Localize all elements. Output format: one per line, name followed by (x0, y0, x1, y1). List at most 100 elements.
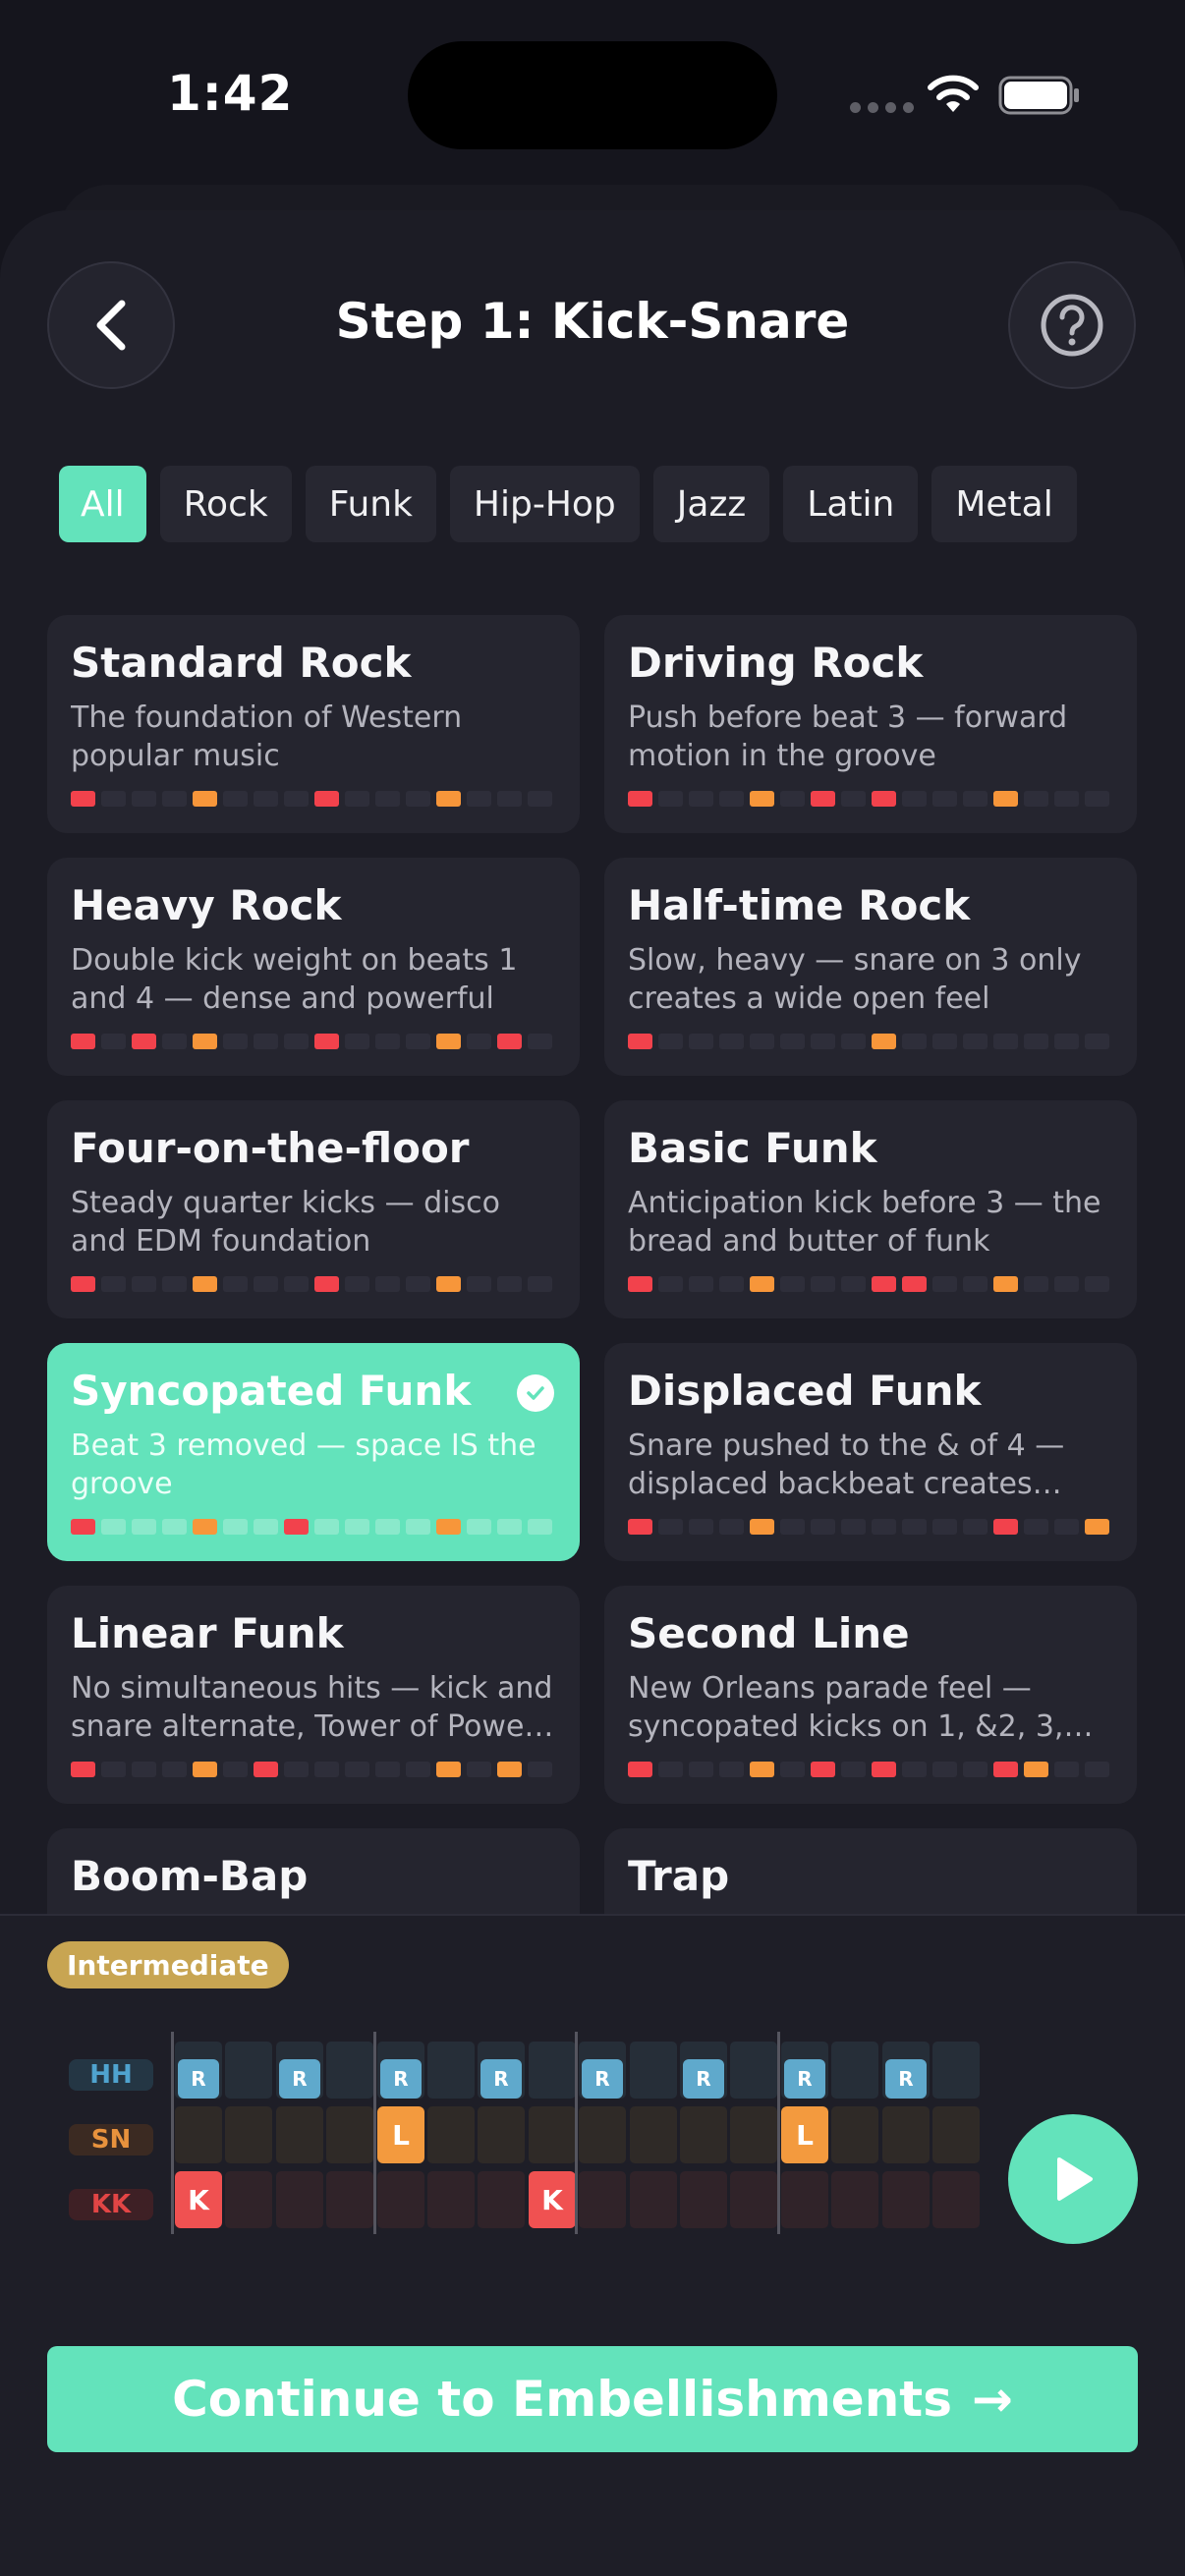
preview-step (932, 1034, 957, 1049)
pattern-card[interactable]: Linear Funk No simultaneous hits — kick … (47, 1586, 580, 1804)
play-button[interactable] (1008, 2114, 1138, 2244)
step-cell[interactable] (882, 2106, 930, 2163)
hihat-hit[interactable]: R (683, 2059, 724, 2099)
preview-step (436, 791, 461, 807)
preview-step (628, 1276, 652, 1292)
preview-step (780, 1762, 805, 1777)
hihat-hit[interactable]: R (178, 2059, 219, 2099)
step-cell[interactable] (831, 2106, 878, 2163)
step-cell[interactable] (781, 2171, 828, 2228)
step-cell[interactable] (882, 2171, 930, 2228)
step-cell[interactable] (326, 2171, 373, 2228)
step-cell[interactable] (377, 2171, 424, 2228)
step-cell[interactable] (225, 2106, 272, 2163)
step-cell[interactable] (831, 2042, 878, 2099)
preview-step (375, 1276, 400, 1292)
filter-chip-rock[interactable]: Rock (159, 466, 292, 542)
preview-step (345, 1762, 369, 1777)
hihat-hit[interactable]: R (885, 2059, 927, 2099)
filter-chip-metal[interactable]: Metal (931, 466, 1077, 542)
hihat-hit[interactable]: R (380, 2059, 422, 2099)
step-cell[interactable] (630, 2171, 677, 2228)
continue-button[interactable]: Continue to Embellishments → (47, 2346, 1138, 2452)
pattern-card[interactable]: Driving Rock Push before beat 3 — forwar… (604, 615, 1137, 833)
step-cell[interactable] (427, 2042, 475, 2099)
filter-chip-jazz[interactable]: Jazz (652, 466, 770, 542)
pattern-card[interactable]: Trap (604, 1828, 1137, 1914)
step-cell[interactable] (730, 2106, 777, 2163)
preview-step (719, 1034, 744, 1049)
step-cell[interactable] (529, 2106, 576, 2163)
kick-hit[interactable]: K (529, 2171, 576, 2228)
hihat-hit[interactable]: R (784, 2059, 825, 2099)
pattern-card[interactable]: Displaced Funk Snare pushed to the & of … (604, 1343, 1137, 1561)
preview-step (406, 1276, 430, 1292)
preview-step (436, 1034, 461, 1049)
step-cell[interactable] (730, 2042, 777, 2099)
step-cell[interactable] (276, 2106, 323, 2163)
preview-step (345, 1276, 369, 1292)
step-sequencer[interactable]: RRRRRRRRLLKK (171, 2032, 985, 2234)
pattern-description: Slow, heavy — snare on 3 only creates a … (628, 943, 1082, 1016)
preview-step (193, 1762, 217, 1777)
pattern-card[interactable]: Basic Funk Anticipation kick before 3 — … (604, 1100, 1137, 1318)
filter-chip-hip-hop[interactable]: Hip-Hop (449, 466, 640, 542)
step-cell[interactable] (730, 2171, 777, 2228)
preview-step (841, 1276, 866, 1292)
step-cell[interactable] (326, 2042, 373, 2099)
preview-step (658, 1519, 683, 1535)
step-cell[interactable] (427, 2171, 475, 2228)
step-cell[interactable] (175, 2106, 222, 2163)
step-cell[interactable] (680, 2171, 727, 2228)
step-cell[interactable] (579, 2171, 626, 2228)
pattern-card[interactable]: Heavy Rock Double kick weight on beats 1… (47, 858, 580, 1076)
step-cell[interactable] (680, 2106, 727, 2163)
step-cell[interactable] (326, 2106, 373, 2163)
snare-hit[interactable]: L (781, 2106, 828, 2163)
preview-step (193, 1034, 217, 1049)
preview-step (467, 791, 491, 807)
pattern-card[interactable]: Boom-Bap (47, 1828, 580, 1914)
step-cell[interactable] (478, 2171, 525, 2228)
preview-step (497, 1762, 522, 1777)
step-cell[interactable] (630, 2106, 677, 2163)
step-cell[interactable] (932, 2171, 980, 2228)
step-cell[interactable] (630, 2042, 677, 2099)
help-button[interactable] (1008, 261, 1136, 389)
step-cell[interactable] (478, 2106, 525, 2163)
hihat-hit[interactable]: R (279, 2059, 320, 2099)
preview-step (658, 1762, 683, 1777)
preview-step (1024, 1519, 1048, 1535)
step-cell[interactable] (932, 2106, 980, 2163)
step-cell[interactable] (932, 2042, 980, 2099)
step-cell[interactable] (225, 2042, 272, 2099)
pattern-card[interactable]: Second Line New Orleans parade feel — sy… (604, 1586, 1137, 1804)
step-cell[interactable] (276, 2171, 323, 2228)
step-cell[interactable] (579, 2106, 626, 2163)
hihat-hit[interactable]: R (582, 2059, 623, 2099)
pattern-card[interactable]: Half-time Rock Slow, heavy — snare on 3 … (604, 858, 1137, 1076)
preview-step (467, 1276, 491, 1292)
filter-chip-latin[interactable]: Latin (783, 466, 919, 542)
preview-step (284, 1034, 309, 1049)
step-cell[interactable] (529, 2042, 576, 2099)
pattern-description: Beat 3 removed — space IS the groove (71, 1428, 536, 1501)
filter-chip-all[interactable]: All (59, 466, 146, 542)
preview-step (162, 791, 187, 807)
pattern-preview (71, 1762, 552, 1777)
step-cell[interactable] (831, 2171, 878, 2228)
filter-chip-funk[interactable]: Funk (305, 466, 436, 542)
pattern-card[interactable]: Four-on-the-floor Steady quarter kicks —… (47, 1100, 580, 1318)
preview-step (750, 1762, 774, 1777)
hihat-hit[interactable]: R (480, 2059, 522, 2099)
preview-step (314, 1519, 339, 1535)
step-cell[interactable] (225, 2171, 272, 2228)
status-bar: 1:42 (0, 0, 1185, 196)
step-cell[interactable] (427, 2106, 475, 2163)
kick-hit[interactable]: K (175, 2171, 222, 2228)
pattern-card[interactable]: Standard Rock The foundation of Western … (47, 615, 580, 833)
pattern-card-selected[interactable]: Syncopated Funk Beat 3 removed — space I… (47, 1343, 580, 1561)
difficulty-badge: Intermediate (47, 1941, 289, 1988)
preview-step (658, 1034, 683, 1049)
snare-hit[interactable]: L (377, 2106, 424, 2163)
